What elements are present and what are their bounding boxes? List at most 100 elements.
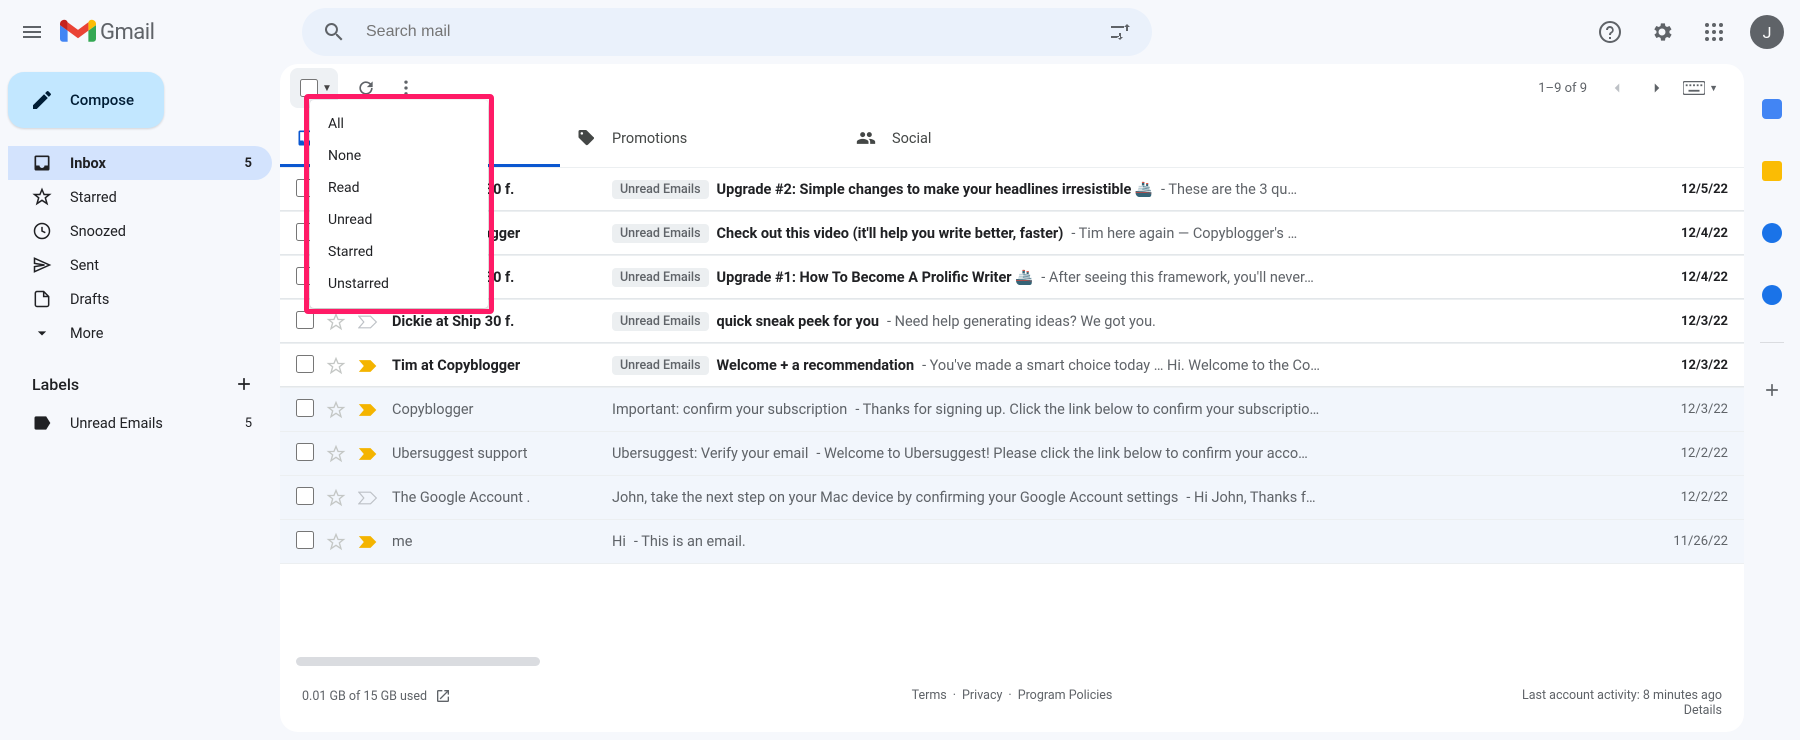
support-icon[interactable] [1586,8,1634,56]
main-menu-icon[interactable] [8,8,56,56]
subject: quick sneak peek for you [717,313,880,330]
select-option-none[interactable]: None [310,140,488,172]
clock-icon [32,221,52,241]
pencil-icon [30,88,54,112]
nav-count: 5 [245,156,252,171]
toolbar: ▼ 1–9 of 9 ▼ [280,64,1744,112]
sender: Copyblogger [392,401,612,418]
search-input[interactable] [358,23,1096,41]
sender: Tim at Copyblogger [392,357,612,374]
account-avatar[interactable]: J [1750,15,1784,49]
select-all-checkbox[interactable] [300,79,318,97]
search-bar[interactable] [302,8,1152,56]
email-row[interactable]: Dickie at Ship 30 f. Unread Emails Upgra… [280,168,1744,212]
important-icon[interactable] [358,535,380,549]
star-icon[interactable] [326,532,348,552]
label-item[interactable]: Unread Emails 5 [8,406,272,440]
subject: Important: confirm your subscription [612,401,847,418]
date: 12/3/22 [1648,314,1728,329]
sidebar-item-more[interactable]: More [8,316,272,350]
contacts-app-icon[interactable] [1751,274,1793,316]
compose-label: Compose [70,91,134,109]
select-option-read[interactable]: Read [310,172,488,204]
mail-list: ▼ 1–9 of 9 ▼ [280,64,1744,732]
date: 12/4/22 [1648,226,1728,241]
row-checkbox[interactable] [296,443,314,461]
sidebar-item-starred[interactable]: Starred [8,180,272,214]
star-icon[interactable] [326,400,348,420]
tab-social[interactable]: Social [840,112,1120,167]
calendar-app-icon[interactable] [1751,88,1793,130]
horizontal-scrollbar-thumb[interactable] [296,657,540,666]
important-icon[interactable] [358,403,380,417]
email-row[interactable]: Dickie at Ship 30 f. Unread Emails quick… [280,300,1744,344]
select-option-unstarred[interactable]: Unstarred [310,268,488,300]
footer-link-privacy[interactable]: Privacy [962,688,1002,703]
email-row[interactable]: me Hi - This is an email. 11/26/22 [280,520,1744,564]
apps-icon[interactable] [1690,8,1738,56]
star-icon[interactable] [326,356,348,376]
search-icon[interactable] [310,8,358,56]
snippet: - Tim here again — Copyblogger's … [1071,225,1297,242]
star-icon[interactable] [326,488,348,508]
subject: Upgrade #1: How To Become A Prolific Wri… [717,269,1034,286]
details-link[interactable]: Details [1684,703,1722,718]
tasks-app-icon[interactable] [1751,212,1793,254]
snippet: - This is an email. [634,533,746,550]
star-icon[interactable] [326,312,348,332]
sender: Dickie at Ship 30 f. [392,313,612,330]
star-icon[interactable] [326,444,348,464]
date: 12/2/22 [1648,446,1728,461]
sidebar-item-inbox[interactable]: Inbox 5 [8,146,272,180]
subject: Hi [612,533,626,550]
date: 11/26/22 [1648,534,1728,549]
keep-app-icon[interactable] [1751,150,1793,192]
footer-link-terms[interactable]: Terms [912,688,947,703]
email-row[interactable]: Ubersuggest support Ubersuggest: Verify … [280,432,1744,476]
email-row[interactable]: Tim at Copyblogger Unread Emails Check o… [280,212,1744,256]
email-row[interactable]: Dickie at Ship 30 f. Unread Emails Upgra… [280,256,1744,300]
tab-promotions[interactable]: Promotions [560,112,840,167]
compose-button[interactable]: Compose [8,72,164,128]
footer-links: Terms · Privacy · Program Policies [912,688,1113,703]
nav-label: Sent [70,257,99,274]
search-options-icon[interactable] [1096,8,1144,56]
promotions-icon [576,128,596,148]
gmail-logo[interactable]: Gmail [56,12,294,52]
select-dropdown-arrow[interactable]: ▼ [322,83,332,94]
email-row[interactable]: The Google Account . John, take the next… [280,476,1744,520]
logo-text: Gmail [100,20,154,45]
send-icon [32,255,52,275]
label-count: 5 [245,416,252,431]
email-row[interactable]: Copyblogger Important: confirm your subs… [280,388,1744,432]
newer-button[interactable] [1597,68,1637,108]
select-option-unread[interactable]: Unread [310,204,488,236]
row-checkbox[interactable] [296,311,314,329]
important-icon[interactable] [358,359,380,373]
row-checkbox[interactable] [296,487,314,505]
add-addon-button[interactable] [1751,369,1793,411]
inbox-icon [32,153,52,173]
settings-icon[interactable] [1638,8,1686,56]
row-checkbox[interactable] [296,399,314,417]
nav-label: Inbox [70,155,106,172]
input-tools-button[interactable]: ▼ [1677,75,1724,101]
snippet: - Need help generating ideas? We got you… [887,313,1156,330]
open-in-new-icon[interactable] [435,688,451,704]
header: Gmail J [0,0,1800,64]
important-icon[interactable] [358,491,380,505]
sidebar-item-sent[interactable]: Sent [8,248,272,282]
row-checkbox[interactable] [296,531,314,549]
footer-link-program-policies[interactable]: Program Policies [1018,688,1113,703]
row-checkbox[interactable] [296,355,314,373]
sidebar-item-drafts[interactable]: Drafts [8,282,272,316]
email-row[interactable]: Tim at Copyblogger Unread Emails Welcome… [280,344,1744,388]
select-option-starred[interactable]: Starred [310,236,488,268]
sidebar-item-snoozed[interactable]: Snoozed [8,214,272,248]
storage-text: 0.01 GB of 15 GB used [302,689,427,704]
older-button[interactable] [1637,68,1677,108]
important-icon[interactable] [358,315,380,329]
select-option-all[interactable]: All [310,108,488,140]
add-label-button[interactable] [228,368,260,400]
important-icon[interactable] [358,447,380,461]
